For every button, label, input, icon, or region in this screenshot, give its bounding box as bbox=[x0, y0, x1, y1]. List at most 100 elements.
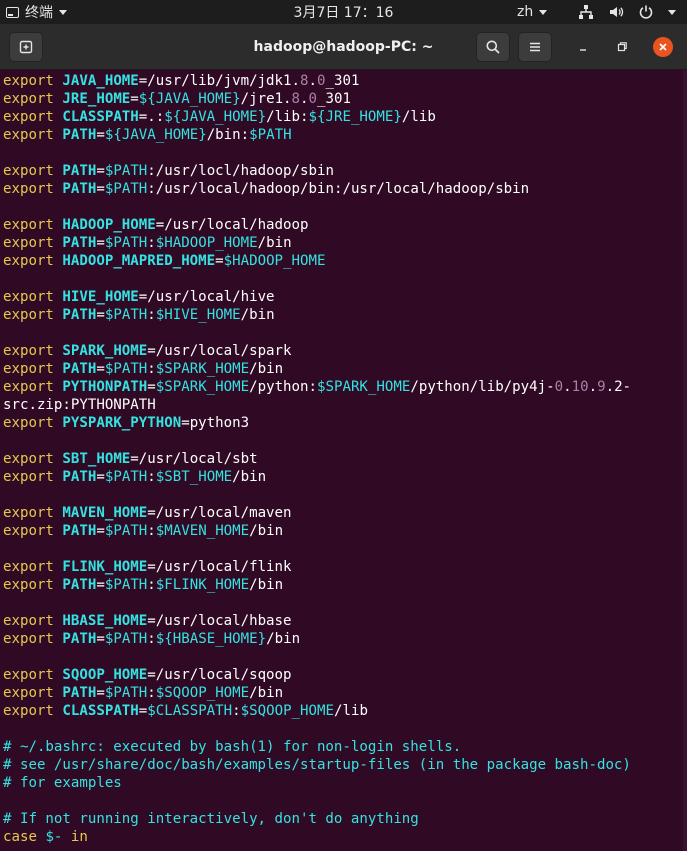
clock[interactable]: 3月7日 17：16 bbox=[294, 2, 394, 22]
terminal-text-segment: $PATH bbox=[104, 181, 148, 197]
terminal-text-segment: : bbox=[147, 577, 156, 593]
terminal-text-segment: export bbox=[3, 91, 63, 107]
terminal-text-segment: in bbox=[62, 829, 88, 845]
system-status-menu[interactable] bbox=[578, 0, 676, 24]
close-button[interactable] bbox=[653, 37, 673, 57]
terminal-text-segment: 8 bbox=[300, 73, 309, 89]
terminal-line: export HADOOP_HOME=/usr/local/hadoop bbox=[3, 216, 687, 234]
terminal-text-segment: $- bbox=[45, 829, 63, 845]
language-indicator: zh bbox=[517, 4, 534, 20]
terminal-text-segment: export bbox=[3, 109, 63, 125]
terminal-line: export FLINK_HOME=/usr/local/flink bbox=[3, 558, 687, 576]
terminal-line: export SQOOP_HOME=/usr/local/sqoop bbox=[3, 666, 687, 684]
terminal-text-segment: export bbox=[3, 73, 63, 89]
terminal-text-segment: : bbox=[147, 631, 156, 647]
terminal-text-segment: SQOOP_HOME bbox=[62, 667, 148, 683]
terminal-text-segment: 9 bbox=[597, 379, 606, 395]
terminal-text-segment: /python/lib/py4j- bbox=[410, 379, 555, 395]
terminal-text-segment: :/usr/local/hadoop/bin:/usr/local/hadoop… bbox=[147, 181, 530, 197]
terminal-text-segment: =/usr/local/sqoop bbox=[147, 667, 292, 683]
terminal-line: export PATH=$PATH:$MAVEN_HOME/bin bbox=[3, 522, 687, 540]
top-panel: 终端 3月7日 17：16 zh bbox=[0, 0, 687, 24]
terminal-text-segment: HADOOP_HOME bbox=[62, 217, 156, 233]
terminal-text-segment: /bin bbox=[249, 523, 284, 539]
maximize-button[interactable] bbox=[612, 37, 632, 57]
menu-button[interactable] bbox=[518, 32, 552, 62]
terminal-text-segment: $SQOOP_HOME bbox=[155, 685, 250, 701]
terminal-text-segment: JRE_HOME bbox=[62, 91, 131, 107]
terminal-text-segment: export bbox=[3, 253, 63, 269]
terminal-text-segment: ${JAVA_HOME} bbox=[164, 109, 267, 125]
terminal-text-segment: $PATH bbox=[104, 631, 148, 647]
terminal-text-segment: MAVEN_HOME bbox=[62, 505, 148, 521]
terminal-text-segment: export bbox=[3, 163, 63, 179]
terminal-text-segment: export bbox=[3, 307, 63, 323]
terminal-text-segment: PATH bbox=[62, 163, 97, 179]
terminal-icon bbox=[6, 6, 19, 18]
terminal-text-segment: $CLASSPATH bbox=[147, 703, 233, 719]
scrollbar[interactable] bbox=[683, 70, 687, 851]
terminal-text-segment: $SPARK_HOME bbox=[317, 379, 411, 395]
search-button[interactable] bbox=[476, 32, 510, 62]
terminal-text-segment: $HIVE_HOME bbox=[155, 307, 241, 323]
terminal-text-segment: ${JAVA_HOME} bbox=[138, 91, 241, 107]
terminal-text-segment: $PATH bbox=[104, 361, 148, 377]
minimize-button[interactable] bbox=[573, 37, 593, 57]
terminal-text-segment: # for examples bbox=[3, 775, 122, 791]
terminal-text-segment: $MAVEN_HOME bbox=[155, 523, 250, 539]
terminal-line: export MAVEN_HOME=/usr/local/maven bbox=[3, 504, 687, 522]
terminal-text-segment: =.: bbox=[138, 109, 165, 125]
terminal-text-segment: _301 bbox=[325, 73, 360, 89]
terminal-text-segment: $PATH bbox=[104, 523, 148, 539]
terminal-text-segment: . bbox=[308, 73, 318, 89]
terminal-text-segment: /bin bbox=[249, 577, 284, 593]
new-tab-button[interactable] bbox=[9, 32, 43, 62]
terminal-text-segment: export bbox=[3, 181, 63, 197]
terminal-line: export PATH=$PATH:/usr/local/hadoop/bin:… bbox=[3, 180, 687, 198]
terminal-text-segment: 0 bbox=[317, 73, 326, 89]
terminal-line: export JAVA_HOME=/usr/lib/jvm/jdk1.8.0_3… bbox=[3, 72, 687, 90]
terminal-output[interactable]: export JAVA_HOME=/usr/lib/jvm/jdk1.8.0_3… bbox=[0, 70, 687, 851]
search-icon bbox=[486, 40, 500, 54]
terminal-text-segment: $PATH bbox=[104, 469, 148, 485]
terminal-text-segment: PATH bbox=[62, 523, 97, 539]
power-icon bbox=[638, 4, 654, 20]
terminal-text-segment: CLASSPATH bbox=[62, 109, 139, 125]
app-menu[interactable]: 终端 bbox=[6, 0, 67, 24]
terminal-text-segment: : bbox=[147, 307, 156, 323]
terminal-text-segment: $SPARK_HOME bbox=[155, 379, 250, 395]
terminal-text-segment: export bbox=[3, 217, 63, 233]
terminal-text-segment: $SBT_HOME bbox=[155, 469, 233, 485]
terminal-line: # for examples bbox=[3, 774, 687, 792]
terminal-text-segment: /bin bbox=[266, 631, 301, 647]
terminal-line: export PATH=$PATH:$FLINK_HOME/bin bbox=[3, 576, 687, 594]
terminal-text-segment: .2- bbox=[605, 379, 632, 395]
terminal-text-segment: export bbox=[3, 577, 63, 593]
terminal-line: case $- in bbox=[3, 828, 687, 846]
terminal-text-segment: export bbox=[3, 559, 63, 575]
terminal-text-segment: /lib bbox=[333, 703, 368, 719]
input-method-menu[interactable]: zh bbox=[517, 0, 548, 24]
terminal-line: export SBT_HOME=/usr/local/sbt bbox=[3, 450, 687, 468]
terminal-line: export HIVE_HOME=/usr/local/hive bbox=[3, 288, 687, 306]
terminal-text-segment: export bbox=[3, 379, 63, 395]
terminal-line: export PATH=${JAVA_HOME}/bin:$PATH bbox=[3, 126, 687, 144]
terminal-text-segment: export bbox=[3, 127, 63, 143]
terminal-text-segment: PATH bbox=[62, 127, 97, 143]
terminal-text-segment: = bbox=[96, 307, 105, 323]
terminal-text-segment: = bbox=[96, 577, 105, 593]
terminal-text-segment: = bbox=[96, 631, 105, 647]
terminal-line: # see /usr/share/doc/bash/examples/start… bbox=[3, 756, 687, 774]
terminal-line: export PATH=$PATH:$SPARK_HOME/bin bbox=[3, 360, 687, 378]
app-name: 终端 bbox=[25, 5, 53, 21]
terminal-text-segment: : bbox=[147, 235, 156, 251]
terminal-text-segment: $PATH bbox=[104, 307, 148, 323]
terminal-text-segment: . bbox=[563, 379, 572, 395]
terminal-text-segment: # ~/.bashrc: executed by bash(1) for non… bbox=[3, 739, 462, 755]
chevron-down-icon bbox=[668, 9, 676, 15]
terminal-text-segment: export bbox=[3, 667, 63, 683]
